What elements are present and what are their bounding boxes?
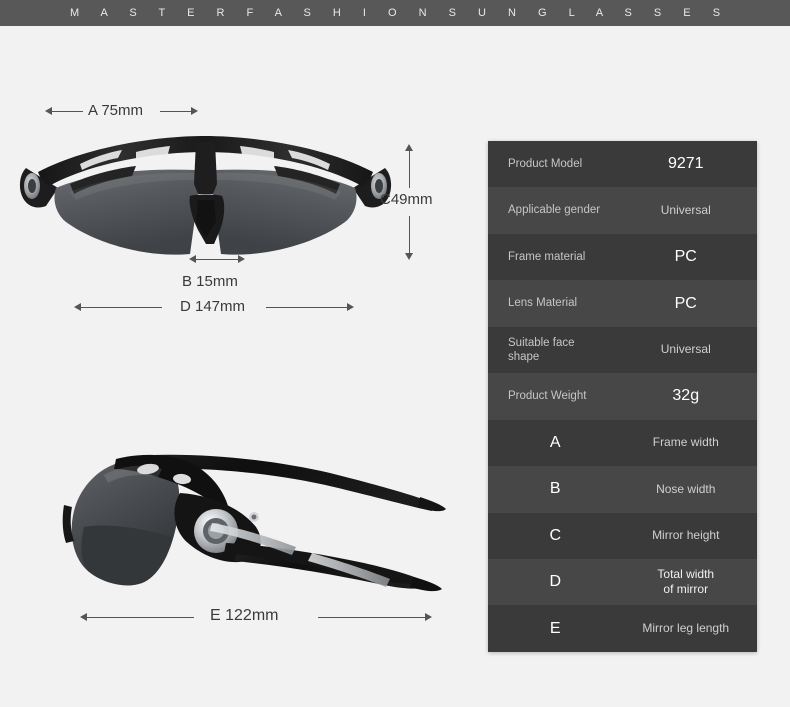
spec-row-value: Total width of mirror bbox=[657, 567, 715, 597]
dimension-d-line-right bbox=[266, 307, 348, 308]
dimension-a-line-right bbox=[160, 111, 192, 112]
table-row: Product Weight 32g bbox=[488, 373, 757, 420]
table-row: C Mirror height bbox=[488, 512, 757, 559]
dimension-e-arrow-right bbox=[425, 613, 432, 621]
spec-row-label: B bbox=[549, 480, 561, 498]
dimension-c-line-bottom bbox=[409, 216, 410, 254]
dimension-c-line-top bbox=[409, 151, 410, 188]
dimension-b-arrow-right bbox=[238, 255, 245, 263]
spec-row-value: Frame width bbox=[652, 435, 719, 450]
dimension-a-line-left bbox=[51, 111, 83, 112]
dimension-c-arrow-down bbox=[405, 253, 413, 260]
spec-row-value: PC bbox=[674, 248, 697, 266]
dimension-e-line-right bbox=[318, 617, 426, 618]
spec-row-value: 32g bbox=[672, 387, 700, 405]
dimension-d-line-left bbox=[80, 307, 162, 308]
spec-row-value: Mirror leg length bbox=[642, 621, 730, 636]
content-stage: A 75mm C49mm B 15mm D 147mm E 122mm Prod… bbox=[0, 26, 790, 707]
dimension-b-label: B 15mm bbox=[182, 273, 238, 290]
specification-table: Product Model 9271 Applicable gender Univer… bbox=[488, 141, 757, 652]
dimension-e-line-left bbox=[86, 617, 194, 618]
table-row: Frame material PC bbox=[488, 233, 757, 281]
dimension-d-label: D 147mm bbox=[180, 298, 246, 315]
sunglasses-side-view-image bbox=[30, 431, 450, 601]
dimension-e-label: E 122mm bbox=[210, 607, 279, 624]
spec-row-label: Lens Material bbox=[508, 297, 578, 310]
dimension-a-label: A 75mm bbox=[88, 102, 144, 119]
spec-row-value: Mirror height bbox=[652, 528, 720, 543]
spec-row-label: C bbox=[549, 526, 562, 544]
brand-banner-text: M A S T E R F A S H I O N S U N G L A S … bbox=[69, 7, 730, 19]
spec-row-label: Frame material bbox=[508, 250, 586, 263]
dimension-c-arrow-up bbox=[405, 144, 413, 151]
brand-banner: M A S T E R F A S H I O N S U N G L A S … bbox=[0, 0, 790, 26]
spec-row-label: Suitable face shape bbox=[508, 336, 575, 363]
spec-row-value: Nose width bbox=[656, 481, 716, 496]
dimension-c-label: C49mm bbox=[380, 191, 433, 208]
dimension-a-arrow-right bbox=[191, 107, 198, 115]
dimension-d-arrow-right bbox=[347, 303, 354, 311]
spec-row-label: Product Model bbox=[508, 158, 583, 171]
table-row: D Total width of mirror bbox=[488, 558, 757, 606]
spec-row-value: Universal bbox=[660, 203, 711, 218]
spec-row-value: 9271 bbox=[667, 155, 704, 173]
table-row: Lens Material PC bbox=[488, 280, 757, 327]
spec-row-label: Applicable gender bbox=[508, 204, 601, 217]
table-row: Applicable gender Universal bbox=[488, 187, 757, 234]
dimension-b-line bbox=[195, 259, 239, 260]
spec-row-label: Product Weight bbox=[508, 390, 587, 403]
spec-row-label: A bbox=[549, 433, 561, 451]
sunglasses-front-view-image bbox=[18, 126, 393, 271]
table-row: Suitable face shape Universal bbox=[488, 326, 757, 374]
spec-row-label: E bbox=[549, 619, 561, 637]
table-row: E Mirror leg length bbox=[488, 605, 757, 652]
table-row: B Nose width bbox=[488, 466, 757, 513]
table-row: Product Model 9271 bbox=[488, 141, 757, 188]
spec-row-value: PC bbox=[674, 294, 697, 312]
table-row: A Frame width bbox=[488, 419, 757, 467]
spec-row-label: D bbox=[549, 573, 562, 591]
spec-row-value: Universal bbox=[660, 342, 711, 357]
